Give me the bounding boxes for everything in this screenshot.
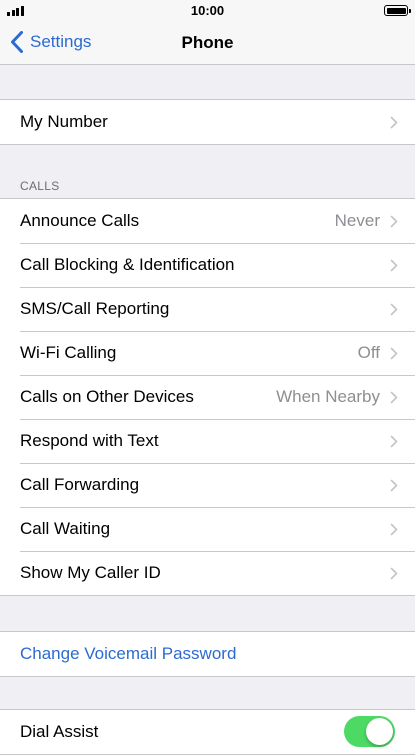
row-announce-calls[interactable]: Announce Calls Never [0,199,415,243]
row-calls-on-other-devices[interactable]: Calls on Other Devices When Nearby [0,375,415,419]
row-show-my-caller-id[interactable]: Show My Caller ID [0,551,415,595]
chevron-right-icon [390,391,398,403]
status-time: 10:00 [190,3,225,18]
row-label: Wi-Fi Calling [20,343,117,362]
chevron-right-icon [390,435,398,447]
row-label: Call Blocking & Identification [20,255,235,274]
row-call-blocking[interactable]: Call Blocking & Identification [0,243,415,287]
row-value: Never [334,211,380,230]
row-label: Show My Caller ID [20,563,161,582]
row-call-waiting[interactable]: Call Waiting [0,507,415,551]
voicemail-group: Change Voicemail Password [0,631,415,677]
my-number-group: My Number [0,99,415,145]
chevron-right-icon [390,523,398,535]
row-call-forwarding[interactable]: Call Forwarding [0,463,415,507]
chevron-right-icon [390,347,398,359]
row-respond-with-text[interactable]: Respond with Text [0,419,415,463]
change-voicemail-password-link[interactable]: Change Voicemail Password [0,632,415,676]
nav-bar: Settings Phone [0,22,415,65]
battery-icon [384,5,411,16]
chevron-right-icon [390,567,398,579]
calls-group: Announce Calls Never Call Blocking & Ide… [0,198,415,596]
row-label: Call Forwarding [20,475,140,494]
row-label: Dial Assist [20,722,99,741]
dial-assist-toggle[interactable] [344,716,395,747]
chevron-right-icon [390,303,398,315]
row-label: Change Voicemail Password [20,644,237,663]
row-wifi-calling[interactable]: Wi-Fi Calling Off [0,331,415,375]
row-value: Off [357,343,380,362]
row-label: Respond with Text [20,431,159,450]
chevron-right-icon [390,215,398,227]
section-header-calls: CALLS [20,179,60,193]
row-label: My Number [20,112,108,131]
row-label: Calls on Other Devices [20,387,194,406]
row-dial-assist: Dial Assist [0,710,415,754]
status-bar: 10:00 [0,0,415,22]
row-my-number[interactable]: My Number [0,100,415,144]
toggle-knob [366,718,393,745]
chevron-right-icon [390,116,398,128]
row-value: When Nearby [276,387,380,406]
dial-assist-group: Dial Assist [0,709,415,755]
row-sms-call-reporting[interactable]: SMS/Call Reporting [0,287,415,331]
page-title: Phone [181,33,234,52]
chevron-right-icon [390,479,398,491]
chevron-right-icon [390,259,398,271]
row-label: SMS/Call Reporting [20,299,170,318]
row-label: Announce Calls [20,211,140,230]
row-label: Call Waiting [20,519,111,538]
